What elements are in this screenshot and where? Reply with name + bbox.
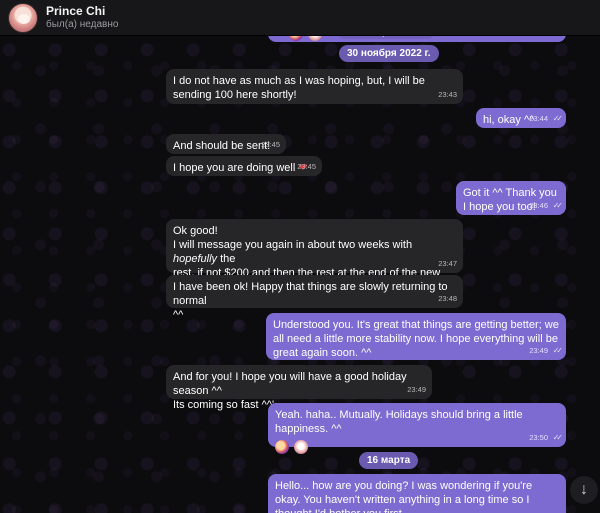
message-bubble-incoming[interactable]: I hope you are doing well ❤ 23:45 xyxy=(166,156,322,176)
message-text: Got it ^^ Thank you xyxy=(463,187,557,199)
sticker-icon xyxy=(294,440,309,455)
message-time: 23:49 xyxy=(407,385,426,394)
message-text-line: I will message you again in about two we… xyxy=(173,238,456,266)
message-time: 23:47 xyxy=(438,259,457,268)
message-bubble-incoming[interactable]: Ok good! I will message you again in abo… xyxy=(166,219,463,293)
message-text: I do not have as much as I was hoping, b… xyxy=(173,75,425,101)
message-time: 23:45 xyxy=(261,140,280,149)
message-time: 23:45 xyxy=(297,162,316,171)
avatar[interactable] xyxy=(8,3,38,33)
double-check-icon: ✓✓ xyxy=(552,346,564,355)
message-bubble-incoming[interactable]: And should be sent! 23:45 xyxy=(166,134,286,154)
message-text: Hello... how are you doing? I was wonder… xyxy=(275,480,533,513)
contact-name[interactable]: Prince Chi xyxy=(46,4,105,18)
sticker-row xyxy=(275,440,559,455)
double-check-icon: ✓✓ xyxy=(552,433,564,442)
double-check-icon: ✓✓ xyxy=(552,114,564,123)
message-text: Yeah. haha.. Mutually. Holidays should b… xyxy=(275,409,523,435)
date-separator: 30 ноября 2022 г. xyxy=(339,45,439,62)
message-text: Understood you. It's great that things a… xyxy=(273,319,559,359)
contact-status: был(а) недавно xyxy=(46,19,119,30)
chat-header: Prince Chi был(а) недавно xyxy=(0,0,600,36)
message-time: 23:44 xyxy=(529,114,548,123)
message-bubble-outgoing[interactable]: Understood you. It's great that things a… xyxy=(266,313,566,360)
message-bubble-outgoing[interactable]: Yeah. haha.. Mutually. Holidays should b… xyxy=(268,403,566,455)
message-time: 23:46 xyxy=(529,201,548,210)
message-bubble-incoming[interactable]: I have been ok! Happy that things are sl… xyxy=(166,275,463,321)
message-text: hi, okay ^^ xyxy=(483,114,535,126)
message-text: Ok good! xyxy=(173,225,218,237)
message-text: I hope you are doing well xyxy=(173,162,296,174)
message-text: And for you! I hope you will have a good… xyxy=(173,371,407,397)
message-text: I have been ok! Happy that things are sl… xyxy=(173,281,448,307)
date-separator: 16 марта xyxy=(359,452,419,469)
message-text: the xyxy=(217,253,236,265)
message-time: 23:48 xyxy=(438,294,457,303)
message-bubble-outgoing[interactable]: Hello... how are you doing? I was wonder… xyxy=(268,474,566,513)
message-bubble-incoming[interactable]: I do not have as much as I was hoping, b… xyxy=(166,69,463,104)
message-bubble-incoming[interactable]: And for you! I hope you will have a good… xyxy=(166,365,432,411)
message-text: I will message you again in about two we… xyxy=(173,239,413,251)
message-time: 23:49 xyxy=(529,346,548,355)
message-text: And should be sent! xyxy=(173,140,271,152)
message-time: 23:50 xyxy=(529,433,548,442)
message-emphasis: hopefully xyxy=(173,253,218,265)
message-time: 23:43 xyxy=(438,90,457,99)
double-check-icon: ✓✓ xyxy=(552,201,564,210)
chevron-down-icon: ↓ xyxy=(580,481,588,498)
message-bubble-outgoing[interactable]: Got it ^^ Thank you I hope you too! 23:4… xyxy=(456,181,566,215)
sticker-icon xyxy=(275,440,289,455)
scroll-down-button[interactable]: ↓ xyxy=(570,476,598,504)
avatar-face xyxy=(18,14,30,24)
message-bubble-outgoing[interactable]: hi, okay ^^ 23:44 ✓✓ xyxy=(476,108,566,128)
